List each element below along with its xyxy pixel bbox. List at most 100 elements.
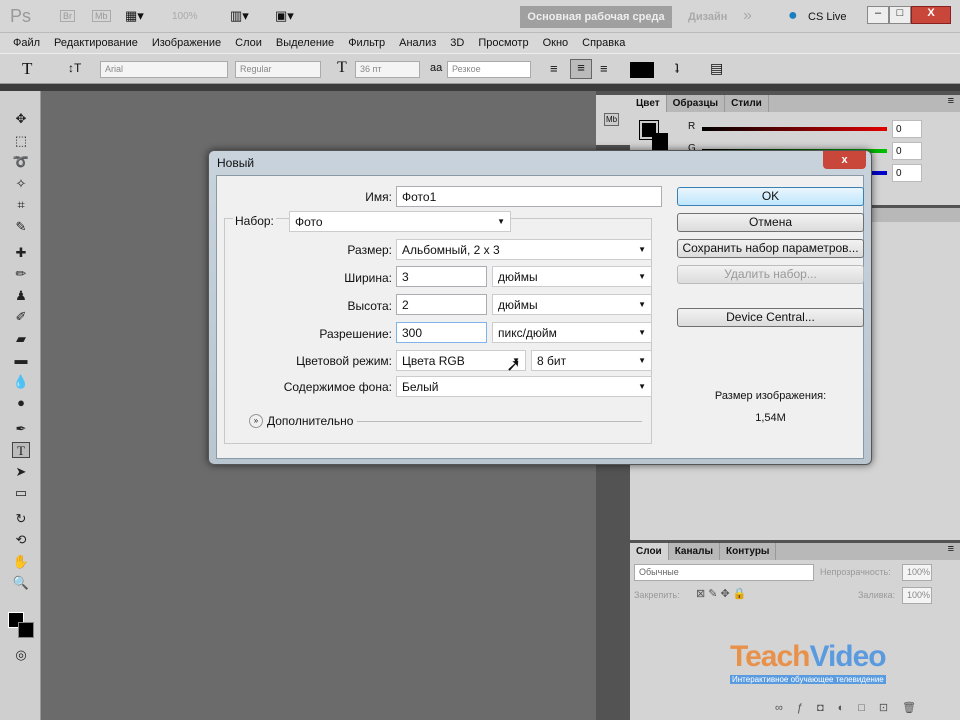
align-center-icon[interactable]: ≡	[570, 59, 592, 79]
character-panel-icon[interactable]: ▤	[710, 60, 723, 77]
layers-panel-menu-icon[interactable]: ≡	[948, 543, 954, 555]
delete-preset-button[interactable]: Удалить набор...	[677, 265, 864, 284]
align-left-icon[interactable]: ≡	[550, 61, 558, 76]
type-tool-preset[interactable]: T	[22, 59, 32, 79]
menu-image[interactable]: Изображение	[145, 37, 228, 49]
more-workspaces[interactable]: »	[743, 7, 752, 25]
r-slider[interactable]	[702, 127, 887, 131]
r-value[interactable]: 0	[892, 120, 922, 138]
resolution-unit-select[interactable]: пикс/дюйм	[492, 322, 652, 343]
menu-window[interactable]: Окно	[536, 37, 576, 49]
tab-swatches[interactable]: Образцы	[666, 95, 726, 112]
mini-bridge-button[interactable]: Mb	[92, 10, 111, 22]
panel-menu-icon[interactable]: ≡	[948, 95, 954, 107]
opacity-input[interactable]: 100%	[902, 564, 932, 581]
menu-help[interactable]: Справка	[575, 37, 632, 49]
b-value[interactable]: 0	[892, 164, 922, 182]
rectangle-tool-icon[interactable]: ▭	[12, 485, 30, 501]
lasso-tool-icon[interactable]: ➰	[12, 154, 30, 170]
color-bg-swatch[interactable]	[652, 133, 668, 151]
stamp-tool-icon[interactable]: ♟	[12, 288, 30, 304]
tab-paths[interactable]: Контуры	[719, 543, 777, 560]
maximize-button[interactable]: □	[889, 6, 911, 24]
quick-mask-icon[interactable]: ◎	[12, 647, 30, 663]
resolution-input[interactable]: 300	[396, 322, 487, 343]
font-size-select[interactable]: 36 пт	[355, 61, 420, 78]
healing-brush-icon[interactable]: ✚	[12, 245, 30, 261]
g-value[interactable]: 0	[892, 142, 922, 160]
brush-tool-icon[interactable]: ✏	[12, 266, 30, 282]
menu-bar: Файл Редактирование Изображение Слои Выд…	[0, 33, 960, 53]
device-central-button[interactable]: Device Central...	[677, 308, 864, 327]
minimize-button[interactable]: –	[867, 6, 889, 24]
workspace-design[interactable]: Дизайн	[688, 11, 727, 23]
tab-styles[interactable]: Стили	[725, 95, 769, 112]
ok-button[interactable]: OK	[677, 187, 864, 206]
expand-advanced-icon[interactable]: »	[249, 414, 263, 428]
menu-layer[interactable]: Слои	[228, 37, 269, 49]
height-input[interactable]: 2	[396, 294, 487, 315]
cancel-button[interactable]: Отмена	[677, 213, 864, 232]
blur-tool-icon[interactable]: 💧	[12, 374, 30, 390]
bridge-button[interactable]: Br	[60, 10, 75, 22]
zoom-level[interactable]: 100%	[172, 11, 198, 22]
cs-live-button[interactable]: CS Live	[808, 11, 847, 23]
history-brush-icon[interactable]: ✐	[12, 309, 30, 325]
bit-depth-select[interactable]: 8 бит	[531, 350, 652, 371]
menu-file[interactable]: Файл	[6, 37, 47, 49]
menu-3d[interactable]: 3D	[443, 37, 471, 49]
size-select[interactable]: Альбомный, 2 x 3	[396, 239, 652, 260]
eraser-icon[interactable]: ▰	[12, 331, 30, 347]
font-family-select[interactable]: Arial	[100, 61, 228, 78]
tab-color[interactable]: Цвет	[630, 95, 667, 112]
eyedropper-icon[interactable]: ✎	[12, 219, 30, 235]
antialias-select[interactable]: Резкое	[447, 61, 531, 78]
move-tool-icon[interactable]: ✥	[12, 111, 30, 127]
menu-select[interactable]: Выделение	[269, 37, 341, 49]
mini-bridge-panel-icon[interactable]: Mb	[604, 113, 620, 126]
3d-rotate-icon[interactable]: ↻	[12, 511, 30, 527]
arrange-icon[interactable]: ▥▾	[230, 8, 249, 24]
close-button[interactable]: X	[911, 6, 951, 24]
menu-analysis[interactable]: Анализ	[392, 37, 443, 49]
pen-tool-icon[interactable]: ✒	[12, 421, 30, 437]
quick-select-icon[interactable]: ✧	[12, 176, 30, 192]
gradient-icon[interactable]: ▬	[12, 352, 30, 368]
advanced-toggle[interactable]: Дополнительно	[267, 414, 353, 428]
3d-orbit-icon[interactable]: ⟲	[12, 532, 30, 548]
menu-edit[interactable]: Редактирование	[47, 37, 145, 49]
lock-icons[interactable]: ⊠ ✎ ✥ 🔒	[696, 587, 747, 600]
crop-tool-icon[interactable]: ⌗	[12, 197, 30, 213]
background-color[interactable]	[18, 622, 34, 638]
marquee-tool-icon[interactable]: ⬚	[12, 133, 30, 149]
workspace-essentials[interactable]: Основная рабочая среда	[520, 6, 672, 28]
preset-select[interactable]: Фото	[289, 211, 511, 232]
align-right-icon[interactable]: ≡	[600, 61, 608, 76]
type-tool-icon[interactable]: T	[12, 442, 30, 458]
zoom-tool-icon[interactable]: 🔍	[12, 575, 30, 591]
height-unit-select[interactable]: дюймы	[492, 294, 652, 315]
width-input[interactable]: 3	[396, 266, 487, 287]
image-size-value: 1,54M	[755, 412, 786, 424]
layer-actions-icons[interactable]: ∞ƒ◘◐□⊡🗑	[775, 701, 930, 714]
blend-mode-select[interactable]: Обычные	[634, 564, 814, 581]
menu-filter[interactable]: Фильтр	[341, 37, 392, 49]
text-orientation-icon[interactable]: ↕T	[68, 61, 81, 75]
warp-text-icon[interactable]: ʇ	[675, 60, 679, 76]
tab-layers[interactable]: Слои	[630, 543, 669, 560]
fill-input[interactable]: 100%	[902, 587, 932, 604]
hand-tool-icon[interactable]: ✋	[12, 554, 30, 570]
screen-mode-icon[interactable]: ▣▾	[275, 8, 294, 24]
save-preset-button[interactable]: Сохранить набор параметров...	[677, 239, 864, 258]
background-select[interactable]: Белый	[396, 376, 652, 397]
view-extras-icon[interactable]: ▦▾	[125, 8, 144, 24]
font-style-select[interactable]: Regular	[235, 61, 321, 78]
tab-channels[interactable]: Каналы	[668, 543, 720, 560]
menu-view[interactable]: Просмотр	[471, 37, 535, 49]
name-input[interactable]: Фото1	[396, 186, 662, 207]
dialog-close-button[interactable]: x	[823, 151, 866, 169]
text-color-swatch[interactable]	[630, 62, 654, 78]
dodge-tool-icon[interactable]: ●	[12, 395, 30, 411]
path-select-icon[interactable]: ➤	[12, 464, 30, 480]
width-unit-select[interactable]: дюймы	[492, 266, 652, 287]
